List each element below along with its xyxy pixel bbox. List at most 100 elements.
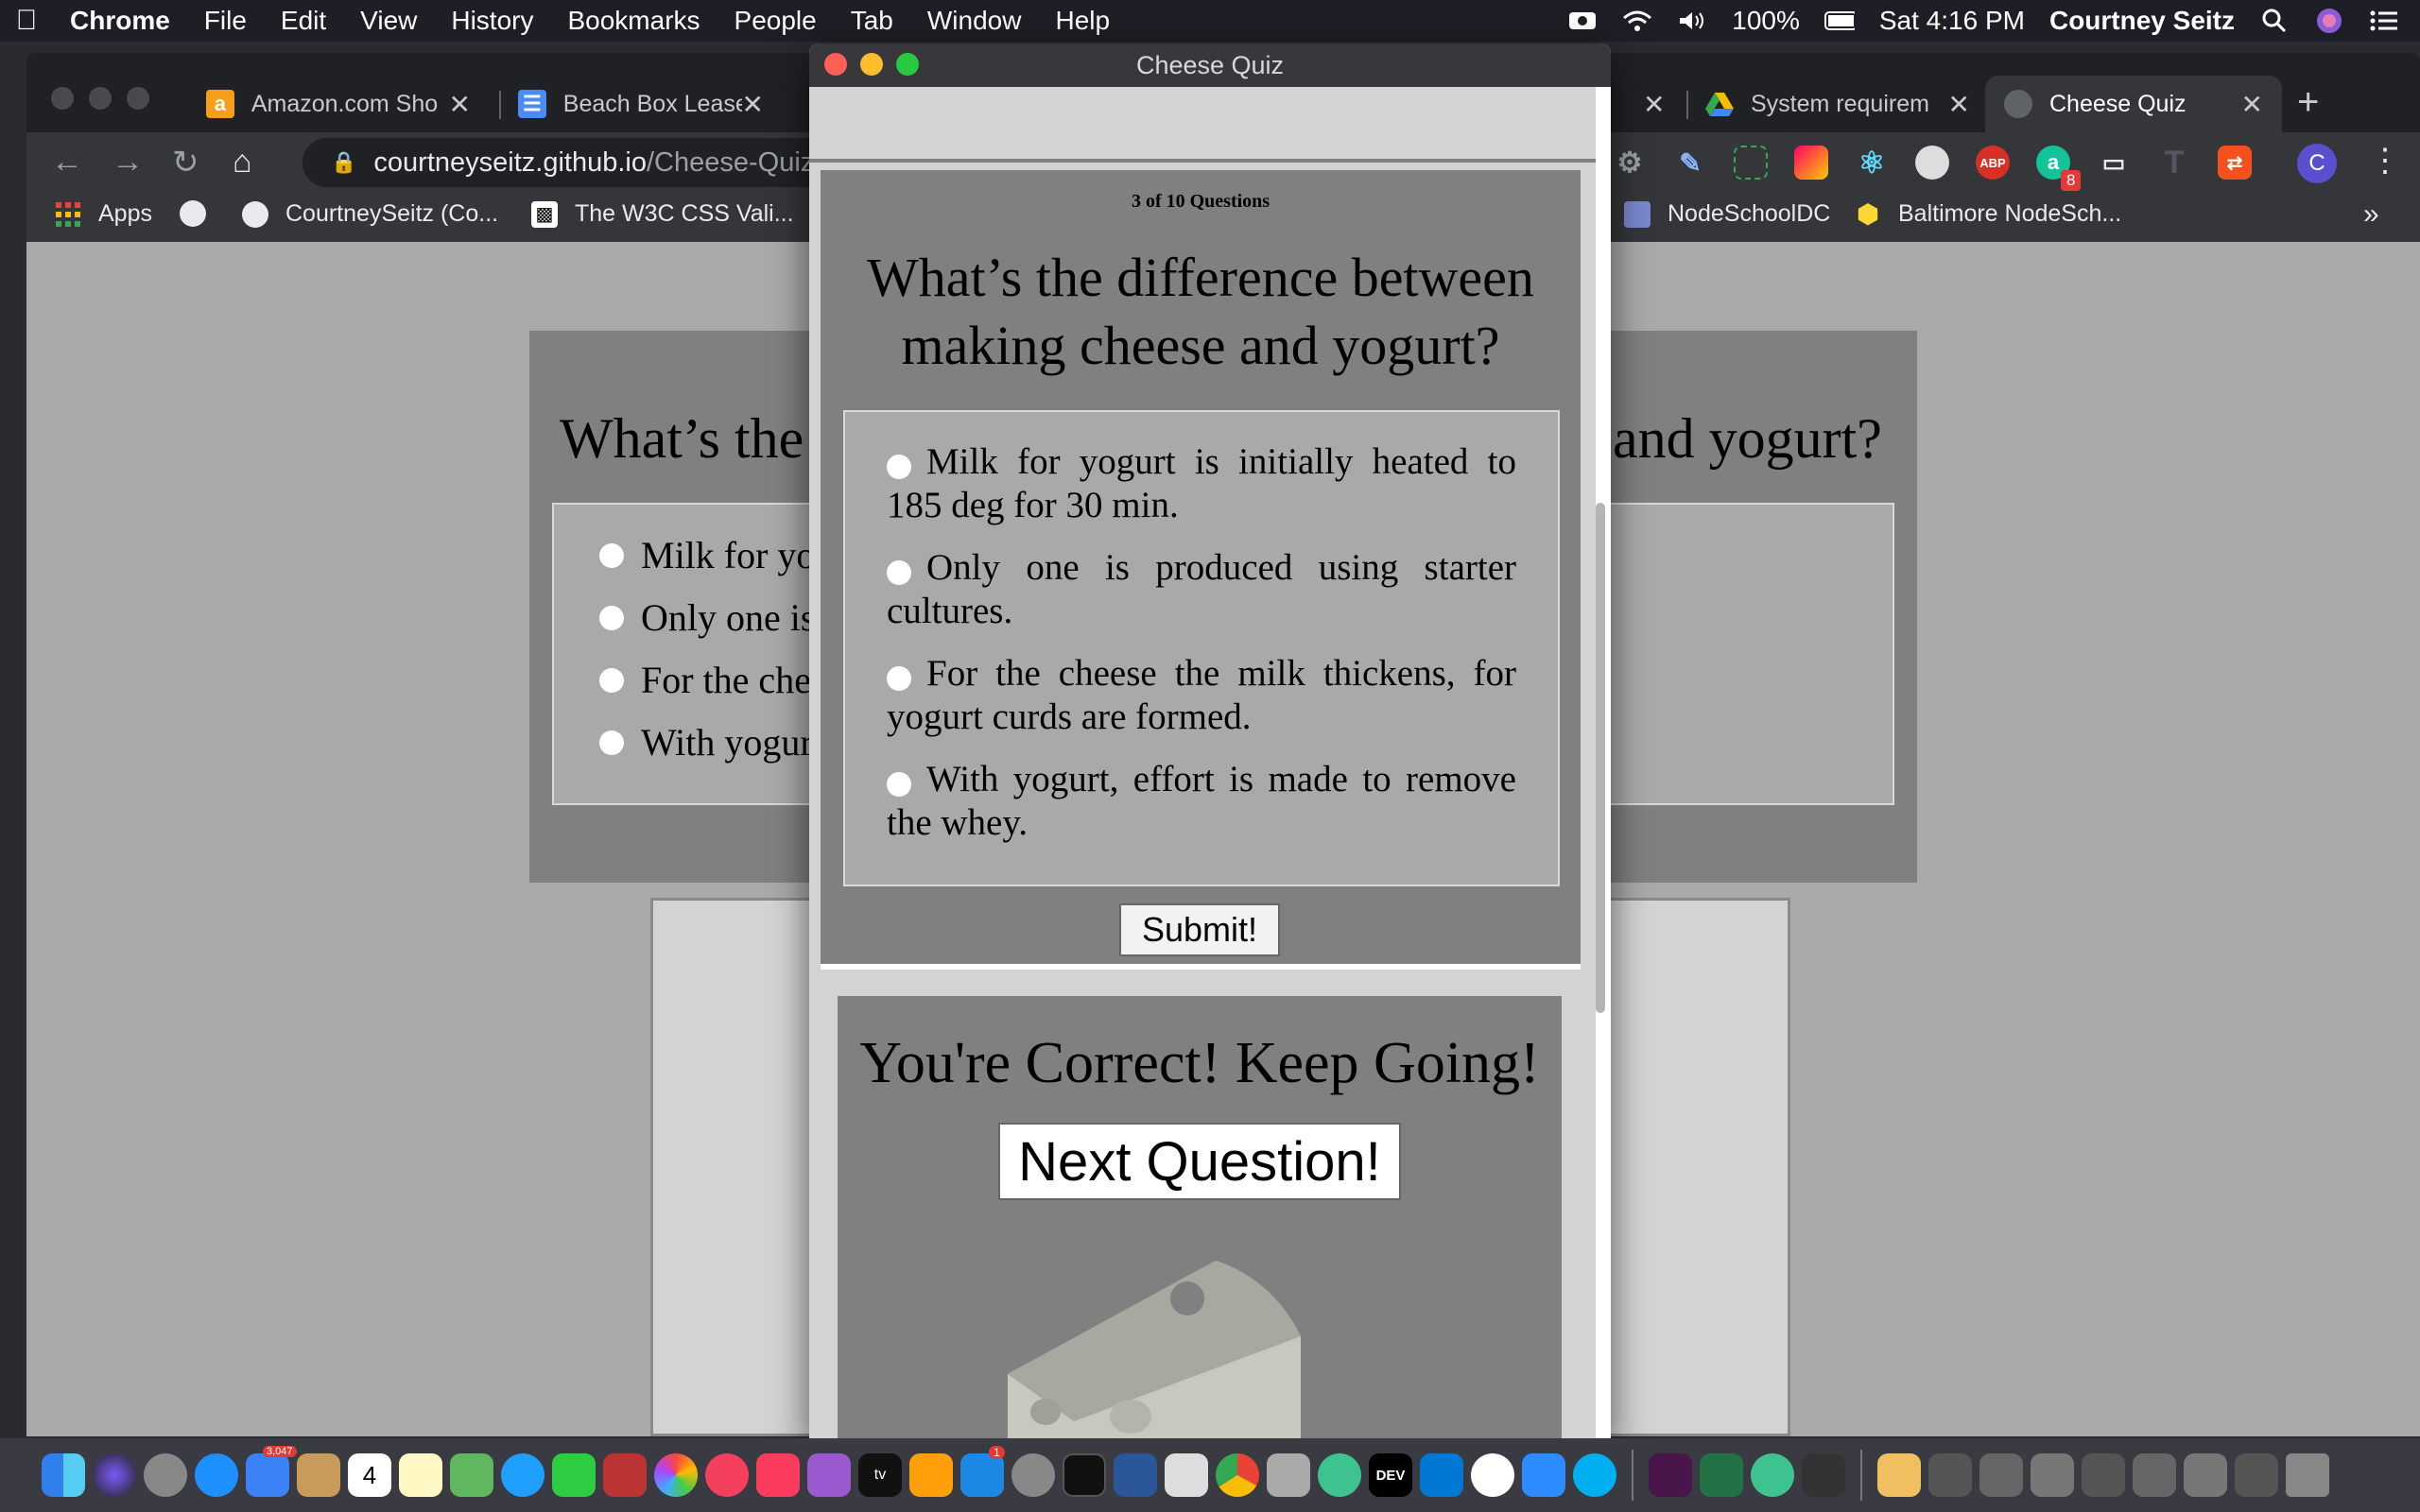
chrome-menu-icon[interactable]: ⋮: [2369, 142, 2401, 180]
safari-icon[interactable]: [195, 1453, 238, 1497]
bookmark-baltimore-nodeschool[interactable]: ⬢ Baltimore NodeSch...: [1855, 199, 2121, 229]
menu-tab[interactable]: Tab: [834, 6, 910, 36]
slack-icon[interactable]: [1649, 1453, 1692, 1497]
volume-icon[interactable]: [1677, 8, 1707, 34]
zoom-icon[interactable]: [1522, 1453, 1565, 1497]
trash-icon[interactable]: [2286, 1453, 2329, 1497]
menu-history[interactable]: History: [434, 6, 550, 36]
camera-status-icon[interactable]: [1567, 8, 1598, 34]
notes-icon[interactable]: [399, 1453, 442, 1497]
app-store-icon[interactable]: 1: [960, 1446, 1005, 1497]
vertical-scrollbar[interactable]: [1596, 503, 1605, 1013]
image-capture-icon[interactable]: [1267, 1453, 1310, 1497]
chrome-icon[interactable]: [1216, 1453, 1259, 1497]
github-desktop-icon[interactable]: [1471, 1453, 1514, 1497]
adblock-plus-icon[interactable]: ABP: [1976, 146, 2010, 180]
radio-icon[interactable]: [599, 667, 624, 693]
close-window-button[interactable]: [51, 87, 74, 110]
submit-button[interactable]: Submit!: [1119, 903, 1280, 956]
downloads-stack-icon[interactable]: [1877, 1453, 1921, 1497]
eyedropper-extension-icon[interactable]: ✎: [1673, 146, 1707, 180]
menu-window[interactable]: Window: [910, 6, 1039, 36]
react-devtools-icon[interactable]: ⚛: [1855, 146, 1889, 180]
popup-zoom-button[interactable]: [896, 53, 919, 76]
bg-option[interactable]: Only one is: [599, 595, 815, 640]
answer-option-2[interactable]: Only one is produced using starter cultu…: [887, 546, 1516, 633]
next-question-button[interactable]: Next Question!: [998, 1123, 1401, 1200]
menu-people[interactable]: People: [717, 6, 834, 36]
screenshot-extension-icon[interactable]: [1734, 146, 1768, 180]
radio-icon[interactable]: [887, 455, 911, 479]
excel-icon[interactable]: [1700, 1453, 1743, 1497]
record-extension-icon[interactable]: [1915, 146, 1949, 180]
contacts-icon[interactable]: [297, 1453, 340, 1497]
recent-window-thumbnail[interactable]: [2133, 1453, 2176, 1497]
dev-icon[interactable]: DEV: [1369, 1453, 1412, 1497]
menu-edit[interactable]: Edit: [264, 6, 343, 36]
music-icon[interactable]: [756, 1453, 800, 1497]
menu-app-name[interactable]: Chrome: [53, 6, 187, 36]
radio-icon[interactable]: [887, 772, 911, 797]
radio-icon[interactable]: [599, 730, 624, 755]
photo-booth-icon[interactable]: [603, 1453, 647, 1497]
mail-icon[interactable]: 3,047: [246, 1446, 297, 1497]
atom-secondary-icon[interactable]: [1751, 1453, 1794, 1497]
box-app-icon[interactable]: [1802, 1453, 1845, 1497]
calendar-icon[interactable]: 4: [348, 1453, 391, 1497]
color-extension-icon[interactable]: [1794, 146, 1828, 180]
cast-extension-icon[interactable]: ▭: [2097, 146, 2131, 180]
recent-window-thumbnail[interactable]: [2031, 1453, 2074, 1497]
home-icon[interactable]: ⌂: [233, 144, 252, 180]
terminal-icon[interactable]: [1063, 1453, 1106, 1497]
new-tab-icon[interactable]: +: [2297, 81, 2319, 124]
bookmark-apps[interactable]: Apps: [55, 200, 152, 228]
popup-minimize-button[interactable]: [860, 53, 883, 76]
recent-window-thumbnail[interactable]: [2235, 1453, 2278, 1497]
podcasts-icon[interactable]: [807, 1453, 851, 1497]
maps-icon[interactable]: [450, 1453, 493, 1497]
apple-menu-icon[interactable]: : [0, 5, 53, 37]
tab-cheese-quiz[interactable]: Cheese Quiz ✕: [1985, 76, 2282, 132]
radio-icon[interactable]: [599, 542, 624, 568]
close-tab-icon[interactable]: ✕: [2241, 89, 2263, 120]
bookmark-nodeschooldc[interactable]: NodeSchoolDC: [1624, 200, 1830, 228]
system-preferences-icon[interactable]: [1011, 1453, 1055, 1497]
recent-window-thumbnail[interactable]: [2184, 1453, 2227, 1497]
radio-icon[interactable]: [887, 666, 911, 691]
bookmark-globe[interactable]: [180, 200, 223, 227]
facetime-icon[interactable]: [552, 1453, 596, 1497]
recent-window-thumbnail[interactable]: [2082, 1453, 2125, 1497]
vscode-icon[interactable]: [1420, 1453, 1463, 1497]
preview-icon[interactable]: [1165, 1453, 1208, 1497]
word-icon[interactable]: [1114, 1453, 1157, 1497]
answer-option-1[interactable]: Milk for yogurt is initially heated to 1…: [887, 440, 1516, 527]
close-tab-icon[interactable]: ✕: [742, 89, 764, 120]
siri-icon[interactable]: [2314, 8, 2344, 34]
profile-avatar[interactable]: C: [2297, 144, 2337, 183]
radio-icon[interactable]: [887, 560, 911, 585]
news-icon[interactable]: [705, 1453, 749, 1497]
menu-bookmarks[interactable]: Bookmarks: [550, 6, 717, 36]
recent-window-thumbnail[interactable]: [1979, 1453, 2023, 1497]
forward-icon[interactable]: →: [112, 144, 144, 180]
settings-extension-icon[interactable]: ⚙: [1613, 146, 1647, 180]
answer-option-3[interactable]: For the cheese the milk thickens, for yo…: [887, 652, 1516, 739]
t-extension-icon[interactable]: T: [2157, 145, 2191, 180]
apple-tv-icon[interactable]: tv: [858, 1453, 902, 1497]
tab-amazon[interactable]: a Amazon.com Sho ✕: [187, 76, 490, 132]
wifi-icon[interactable]: [1622, 8, 1652, 34]
bookmarks-overflow-icon[interactable]: »: [2363, 198, 2379, 231]
tab-system-requirements[interactable]: System requirem ✕: [1686, 76, 1989, 132]
back-icon[interactable]: ←: [51, 144, 83, 180]
bg-option[interactable]: With yogur: [599, 720, 813, 765]
close-tab-icon[interactable]: ✕: [1948, 89, 1970, 120]
reload-icon[interactable]: ↻: [172, 144, 199, 181]
bookmark-github[interactable]: CourtneySeitz (Co...: [242, 200, 498, 228]
messages-icon[interactable]: [501, 1453, 544, 1497]
minimize-window-button[interactable]: [89, 87, 112, 110]
answer-option-4[interactable]: With yogurt, effort is made to remove th…: [887, 758, 1516, 845]
skype-icon[interactable]: [1573, 1453, 1616, 1497]
bookmark-w3c[interactable]: ▩ The W3C CSS Vali...: [531, 200, 794, 228]
launchpad-icon[interactable]: [144, 1453, 187, 1497]
menubar-clock[interactable]: Sat 4:16 PM: [1879, 6, 2025, 36]
